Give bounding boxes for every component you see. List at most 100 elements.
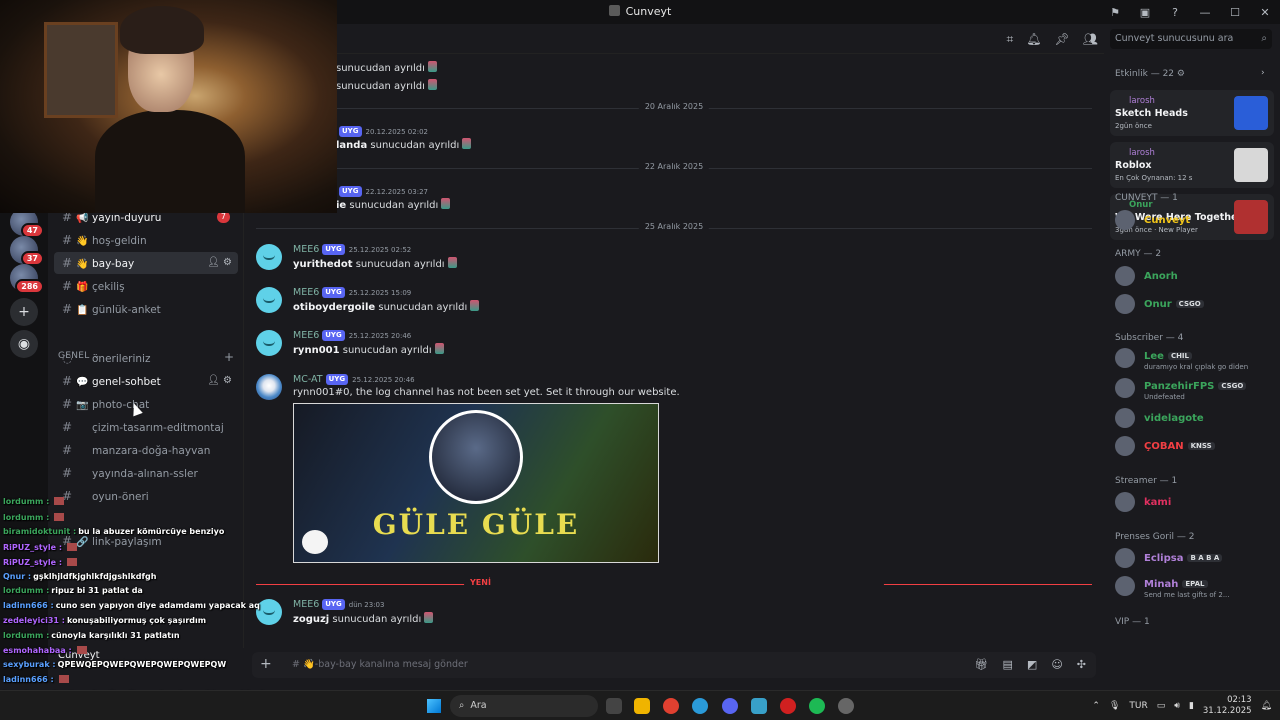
opera-icon[interactable] <box>780 698 796 714</box>
emoji-icon[interactable]: ☺ <box>1051 658 1062 671</box>
activity-card[interactable]: larosh Roblox En Çok Oynanan: 12 s <box>1110 142 1274 188</box>
channel-settings-icon[interactable]: 👤︎ ⚙ <box>207 370 232 392</box>
inbox-icon[interactable]: ⚑ <box>1100 6 1130 19</box>
member-item[interactable]: Minah EPAL Send me last gifts of 2... <box>1115 576 1275 600</box>
task-view-icon[interactable] <box>606 698 622 714</box>
goodbye-image[interactable]: GÜLE GÜLE <box>293 403 659 563</box>
member-name: ÇOBAN KNSS <box>1144 441 1215 452</box>
member-name-text: Onur <box>1144 299 1172 310</box>
channel-bay-bay[interactable]: # 👋 bay-bay 👤︎ ⚙ <box>54 252 238 274</box>
channel-settings-icon[interactable]: 👤︎ ⚙ <box>207 252 232 274</box>
message-author[interactable]: MEE6 <box>293 287 319 298</box>
channel-önerileriniz[interactable]: ◌ önerileriniz <box>54 347 238 369</box>
channel-link-paylaşım[interactable]: # 🔗 link-paylaşım <box>54 530 238 552</box>
threads-icon[interactable]: ⌗ <box>1007 32 1014 47</box>
bot-avatar[interactable] <box>256 330 282 356</box>
wave-emoji <box>441 198 451 209</box>
sticker-icon[interactable]: ◩ <box>1027 658 1037 671</box>
add-server-button[interactable]: + <box>10 298 38 326</box>
channel-genel-sohbet[interactable]: # 💬 genel-sohbet 👤︎ ⚙ <box>54 370 238 392</box>
bot-avatar[interactable] <box>256 287 282 313</box>
hash-icon: # <box>62 302 73 316</box>
network-icon[interactable]: ▭ <box>1157 701 1166 711</box>
discover-button[interactable]: ◉ <box>10 330 38 358</box>
obs-icon[interactable] <box>838 698 854 714</box>
title-bar-controls: ⚑ ▣ ? — ☐ ✕ <box>1100 0 1280 24</box>
close-button[interactable]: ✕ <box>1250 6 1280 19</box>
member-item[interactable]: Onur CSGO <box>1115 294 1275 318</box>
mic-icon[interactable]: 🎙︎ <box>1109 701 1120 711</box>
member-item[interactable]: videlagote <box>1115 408 1275 432</box>
chevron-up-icon[interactable]: ⌃ <box>1092 701 1100 711</box>
bot-avatar[interactable] <box>256 599 282 625</box>
discord-icon[interactable] <box>722 698 738 714</box>
maximize-button[interactable]: ☐ <box>1220 6 1250 19</box>
explorer-icon[interactable] <box>634 698 650 714</box>
app-icon[interactable] <box>751 698 767 714</box>
minimize-button[interactable]: — <box>1190 6 1220 19</box>
taskbar-search[interactable]: ⌕ Ara <box>450 695 598 717</box>
members-icon[interactable]: 👥︎ <box>1083 32 1098 47</box>
message-time: 22.12.2025 03:27 <box>365 188 428 196</box>
channel-çizim-tasarım-editmontaj[interactable]: # çizim-tasarım-editmontaj <box>54 416 238 438</box>
activity-card[interactable]: larosh Sketch Heads 2gün önce <box>1110 90 1274 136</box>
pin-icon[interactable]: 📌︎ <box>1055 32 1070 47</box>
member-name-text: Minah <box>1144 579 1179 590</box>
channel-yayında-alınan-ssler[interactable]: # yayında-alınan-ssler <box>54 462 238 484</box>
battery-icon[interactable]: ▮ <box>1189 701 1194 711</box>
start-button[interactable] <box>427 699 441 713</box>
bot-avatar[interactable] <box>256 244 282 270</box>
message-author[interactable]: MEE6 <box>293 244 319 255</box>
member-item[interactable]: ÇOBAN KNSS <box>1115 436 1275 460</box>
server-avatar[interactable]: 286 <box>10 264 44 294</box>
message-header: MEE6 UYG 25.12.2025 02:52 <box>293 244 411 255</box>
notification-icon[interactable]: 🔔︎ <box>1261 701 1272 711</box>
bot-avatar[interactable] <box>256 374 282 400</box>
channel-label: yayında-alınan-ssler <box>92 468 198 480</box>
member-item[interactable]: Lee CHIL duramıyo kral çıplak go diden <box>1115 348 1275 372</box>
bell-icon[interactable]: 🔔︎ <box>1026 32 1041 47</box>
member-item[interactable]: Anorh <box>1115 266 1275 290</box>
screen-icon[interactable]: ▣ <box>1130 6 1160 19</box>
search-input[interactable]: Cunveyt sunucusunu ara ⌕ <box>1110 29 1272 49</box>
member-item[interactable]: Cunveyt <box>1115 210 1275 234</box>
gift-icon[interactable]: 🎁︎ <box>975 658 989 671</box>
channel-manzara-doğa-hayvan[interactable]: # manzara-doğa-hayvan <box>54 439 238 461</box>
activity-title[interactable]: Etkinlik — 22 ⚙ › <box>1115 68 1265 79</box>
channel-photo-chat[interactable]: # 📷 photo-chat <box>54 393 238 415</box>
help-icon[interactable]: ? <box>1160 6 1190 19</box>
member-name: Lee CHIL <box>1144 351 1192 362</box>
gear-icon[interactable]: ⚙ <box>1174 69 1185 79</box>
message-author[interactable]: MEE6 <box>293 330 319 341</box>
message-time: 25.12.2025 02:52 <box>348 246 412 254</box>
volume-icon[interactable]: 🔊︎ <box>1174 701 1180 711</box>
channel-label: manzara-doğa-hayvan <box>92 445 211 457</box>
channel-hoş-geldin[interactable]: # 👋 hoş-geldin <box>54 229 238 251</box>
message-author[interactable]: MEE6 <box>293 599 319 610</box>
chrome-icon[interactable] <box>663 698 679 714</box>
apps-icon[interactable]: ✣ <box>1077 658 1086 671</box>
language-indicator[interactable]: TUR <box>1129 701 1147 711</box>
spotify-icon[interactable] <box>809 698 825 714</box>
clock[interactable]: 02:13 31.12.2025 <box>1203 695 1252 717</box>
member-avatar <box>1115 294 1135 314</box>
avatar-smile <box>263 341 275 346</box>
member-item[interactable]: PanzehirFPS CSGO Undefeated <box>1115 378 1275 402</box>
edge-icon[interactable] <box>692 698 708 714</box>
member-item[interactable]: Eclipsa B A B A <box>1115 548 1275 572</box>
server-avatar[interactable]: 37 <box>10 236 44 266</box>
message-composer[interactable]: + # 👋-bay-bay kanalına mesaj gönder 🎁︎ ▤… <box>252 652 1096 678</box>
gif-icon[interactable]: ▤ <box>1003 658 1013 671</box>
channel-çekiliş[interactable]: # 🎁 çekiliş <box>54 275 238 297</box>
composer-tools: 🎁︎ ▤ ◩ ☺ ✣ <box>975 658 1086 671</box>
member-item[interactable]: kami <box>1115 492 1275 516</box>
message-body: sunucudan ayrıldı <box>332 614 422 625</box>
message-author[interactable]: MC-AT <box>293 374 323 385</box>
member-name: Anorh <box>1144 271 1178 282</box>
message-body: sunucudan ayrıldı <box>349 200 439 211</box>
chevron-right-icon[interactable]: › <box>1261 68 1265 78</box>
channel-günlük-anket[interactable]: # 📋 günlük-anket <box>54 298 238 320</box>
channel-oyun-öneri[interactable]: # oyun-öneri <box>54 485 238 507</box>
message-header: MC-AT UYG 25.12.2025 20:46 <box>293 374 415 385</box>
add-attachment-button[interactable]: + <box>260 656 272 672</box>
